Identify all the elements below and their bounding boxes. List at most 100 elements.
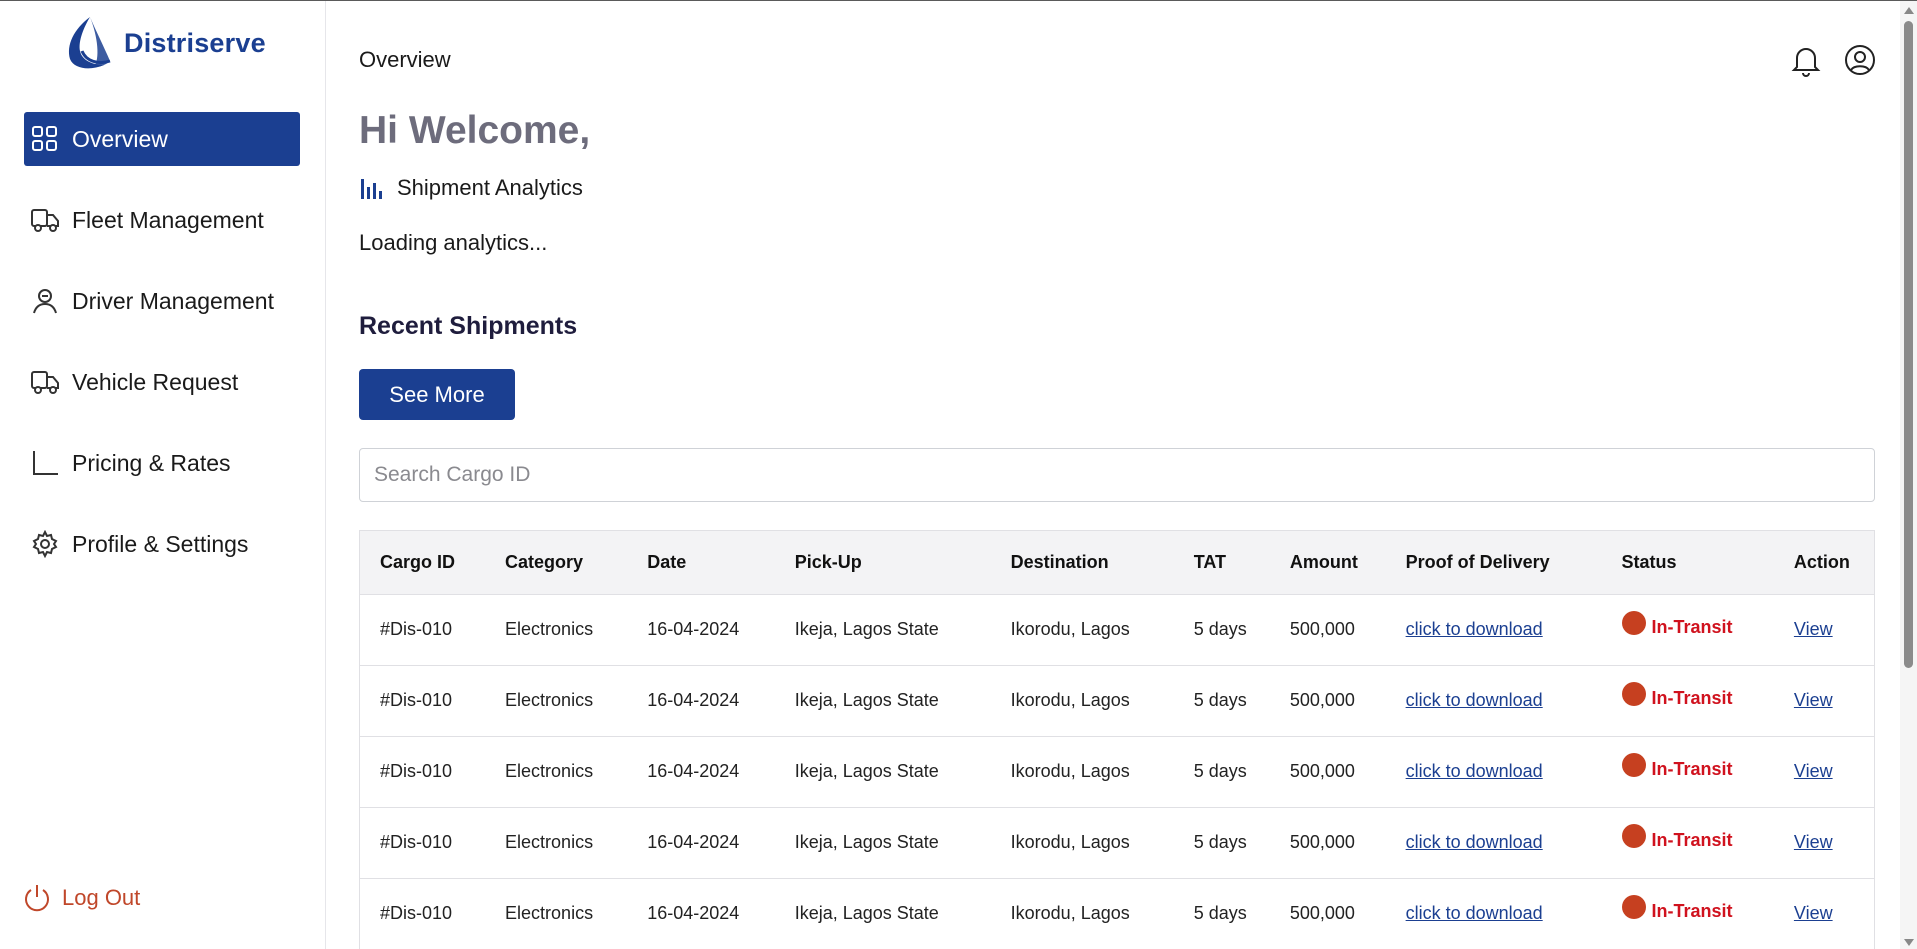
column-header: Amount: [1289, 551, 1358, 572]
download-proof-link[interactable]: click to download: [1406, 619, 1543, 639]
column-header: Pick-Up: [794, 551, 862, 572]
axis-icon: [30, 448, 60, 478]
cell-pickup: Ikeja, Lagos State: [794, 832, 939, 852]
cell-destination: Ikorodu, Lagos: [1010, 761, 1130, 781]
cell-category: Electronics: [505, 761, 594, 781]
view-link[interactable]: View: [1794, 832, 1833, 852]
status-badge: In-Transit: [1621, 753, 1733, 781]
status-text: In-Transit: [1651, 687, 1733, 708]
table-row: #Dis-010 Electronics 16-04-2024 Ikeja, L…: [360, 807, 1874, 878]
status-dot-icon: [1621, 753, 1646, 777]
download-proof-link[interactable]: click to download: [1406, 832, 1543, 852]
cell-pickup: Ikeja, Lagos State: [794, 761, 939, 781]
see-more-button[interactable]: See More: [359, 369, 515, 420]
gear-icon: [30, 529, 60, 559]
topbar-actions: [1789, 43, 1877, 77]
cell-amount: 500,000: [1289, 832, 1355, 852]
cell-action: View: [1774, 878, 1874, 949]
welcome-heading: Hi Welcome,: [359, 109, 591, 152]
cell-category: Electronics: [505, 619, 594, 639]
user-profile-icon[interactable]: [1843, 43, 1877, 77]
cell-proof: click to download: [1386, 878, 1602, 949]
sidebar-item-vehicle-request[interactable]: Vehicle Request: [24, 355, 300, 409]
page-title: Overview: [359, 47, 451, 72]
sidebar-item-label: Profile & Settings: [72, 530, 249, 557]
cell-status: In-Transit: [1602, 807, 1774, 878]
cell-amount: 500,000: [1289, 903, 1355, 924]
sidebar-item-profile-settings[interactable]: Profile & Settings: [24, 517, 300, 571]
sidebar-item-pricing-rates[interactable]: Pricing & Rates: [24, 436, 300, 490]
download-proof-link[interactable]: click to download: [1406, 690, 1543, 710]
status-badge: In-Transit: [1621, 682, 1733, 710]
cell-pickup: Ikeja, Lagos State: [794, 619, 939, 639]
cell-proof: click to download: [1386, 665, 1602, 736]
sidebar-item-label: Pricing & Rates: [72, 449, 231, 476]
sidebar-item-label: Driver Management: [72, 287, 274, 314]
view-link[interactable]: View: [1794, 619, 1833, 639]
cell-action: View: [1774, 665, 1874, 736]
table-header-row: Cargo ID Category Date Pick-Up Destinati…: [360, 531, 1874, 594]
scroll-up-icon[interactable]: [1904, 7, 1914, 14]
cell-destination: Ikorodu, Lagos: [1010, 903, 1130, 924]
cell-date: 16-04-2024: [647, 690, 740, 710]
scrollbar-thumb[interactable]: [1904, 21, 1913, 668]
sidebar-item-overview[interactable]: Overview: [24, 112, 300, 166]
cell-action: View: [1774, 736, 1874, 807]
view-link[interactable]: View: [1794, 903, 1833, 923]
cell-cargo-id: #Dis-010: [380, 619, 453, 639]
column-header: Status: [1621, 551, 1677, 572]
cell-destination: Ikorodu, Lagos: [1010, 619, 1130, 639]
download-proof-link[interactable]: click to download: [1406, 761, 1543, 781]
status-text: In-Transit: [1651, 900, 1733, 921]
cell-tat: 5 days: [1193, 832, 1247, 852]
sidebar-item-label: Overview: [72, 125, 168, 152]
cell-destination: Ikorodu, Lagos: [1010, 690, 1130, 710]
table-row: #Dis-010 Electronics 16-04-2024 Ikeja, L…: [360, 665, 1874, 736]
bell-icon[interactable]: [1789, 43, 1823, 77]
view-link[interactable]: View: [1794, 690, 1833, 710]
column-header: Category: [505, 551, 584, 572]
scroll-down-icon[interactable]: [1904, 939, 1914, 946]
logout-button[interactable]: Log Out: [22, 883, 140, 913]
status-badge: In-Transit: [1621, 611, 1733, 639]
view-link[interactable]: View: [1794, 761, 1833, 781]
cell-amount: 500,000: [1289, 761, 1355, 781]
brand[interactable]: Distriserve: [60, 15, 266, 71]
status-text: In-Transit: [1651, 829, 1733, 850]
column-header: Proof of Delivery: [1405, 551, 1550, 572]
power-icon: [25, 885, 49, 912]
table-row: #Dis-010 Electronics 16-04-2024 Ikeja, L…: [360, 736, 1874, 807]
logout-label: Log Out: [62, 885, 141, 910]
cell-status: In-Transit: [1602, 594, 1774, 665]
sidebar-item-driver-management[interactable]: Driver Management: [24, 274, 300, 328]
status-text: In-Transit: [1651, 758, 1733, 779]
cell-tat: 5 days: [1193, 619, 1247, 639]
status-dot-icon: [1621, 895, 1646, 920]
cell-status: In-Transit: [1602, 665, 1774, 736]
status-badge: In-Transit: [1621, 895, 1733, 923]
status-dot-icon: [1621, 682, 1646, 706]
cell-status: In-Transit: [1602, 736, 1774, 807]
cell-action: View: [1774, 807, 1874, 878]
main-content: Overview Hi Welcome, Shipment Analytics …: [359, 1, 1877, 949]
cell-action: View: [1774, 594, 1874, 665]
cell-proof: click to download: [1386, 807, 1602, 878]
cell-cargo-id: #Dis-010: [380, 903, 453, 924]
cell-proof: click to download: [1386, 594, 1602, 665]
cell-date: 16-04-2024: [647, 761, 740, 781]
sidebar-nav: Overview Fleet Management Driver Managem…: [24, 112, 300, 598]
app-window: Distriserve Overview Fleet Management Dr…: [0, 0, 1917, 949]
page-scrollbar[interactable]: [1900, 1, 1917, 949]
status-badge: In-Transit: [1621, 824, 1733, 852]
cell-amount: 500,000: [1289, 619, 1355, 639]
search-cargo-input[interactable]: [359, 448, 1875, 502]
cell-cargo-id: #Dis-010: [380, 690, 453, 710]
column-header: Action: [1793, 551, 1850, 572]
table-row: #Dis-010 Electronics 16-04-2024 Ikeja, L…: [360, 594, 1874, 665]
cell-date: 16-04-2024: [647, 903, 740, 924]
cell-proof: click to download: [1386, 736, 1602, 807]
cell-tat: 5 days: [1193, 903, 1247, 924]
status-dot-icon: [1621, 611, 1646, 635]
sidebar-item-fleet-management[interactable]: Fleet Management: [24, 193, 300, 247]
download-proof-link[interactable]: click to download: [1406, 903, 1543, 923]
